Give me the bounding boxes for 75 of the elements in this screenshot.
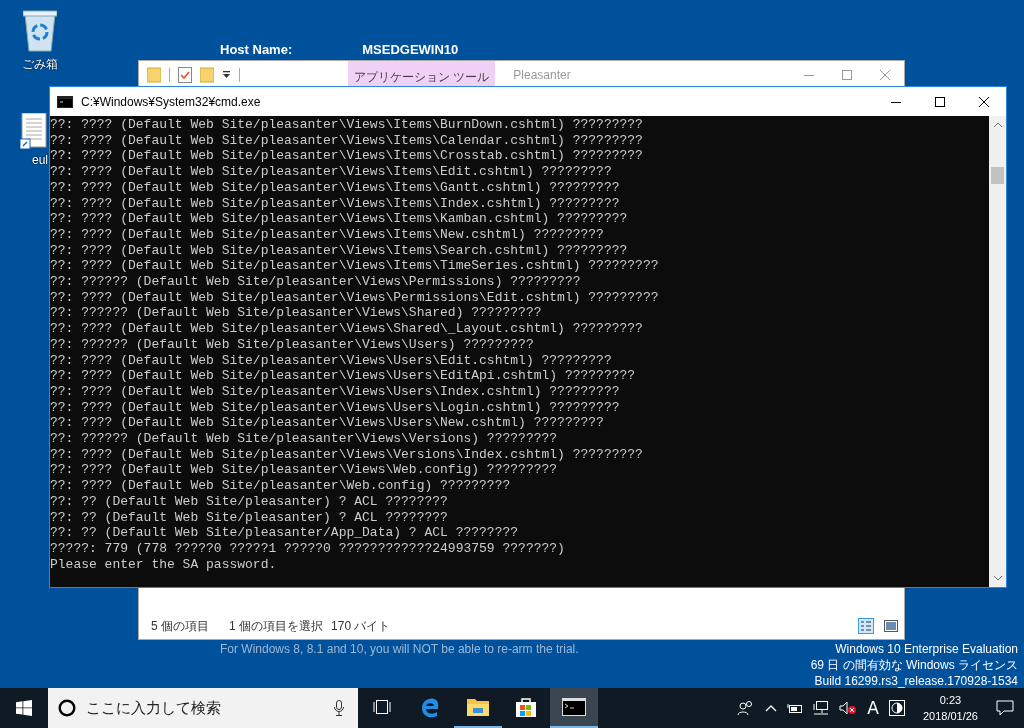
evaluation-text: Build 16299.rs3_release.170928-1534 xyxy=(813,673,1018,689)
notice-text: For Windows 8, 8.1 and 10, you will NOT be able to re-arm the trial. xyxy=(220,642,579,656)
console-line: ??: ???? (Default Web Site/pleasanter\Web.config) ????????? xyxy=(50,478,511,494)
scroll-down-icon[interactable] xyxy=(993,576,1002,581)
console-line: ??: ???? (Default Web Site/pleasanter\Views\Users\New.cshtml) ????????? xyxy=(50,415,604,432)
recycle-bin-icon[interactable] xyxy=(23,10,57,52)
console-line: ??: ?????? (Default Web Site/pleasanter\Views\Versions) ????????? xyxy=(50,431,558,447)
customize-caret-icon[interactable] xyxy=(222,71,231,79)
muted-speaker-icon[interactable] xyxy=(839,701,858,715)
thumbnail-view-icon[interactable] xyxy=(884,620,898,632)
console-line: ??: ?????? (Default Web Site/pleasanter\Views\Users) ????????? xyxy=(50,336,534,353)
console-line: ??: ???? (Default Web Site/pleasanter\Views\Items\Gantt.cshtml) ????????? xyxy=(50,179,620,196)
input-mode-indicator[interactable]: A xyxy=(867,698,879,718)
search-field[interactable]: ここに入力して検索 xyxy=(84,695,326,721)
console-line: ??: ???? (Default Web Site/pleasanter\Views\Users\Edit.cshtml) ????????? xyxy=(50,352,612,369)
console-line: ??: ???? (Default Web Site/pleasanter\Views\Items\BurnDown.cshtml) ????????? xyxy=(50,117,643,133)
window-title: Pleasanter xyxy=(513,68,572,82)
console-line: ??: ???? (Default Web Site/pleasanter\Views\Items\Search.cshtml) ????????? xyxy=(50,242,628,259)
scroll-thumb[interactable] xyxy=(991,167,1004,184)
console-line: ??: ?????? (Default Web Site/pleasanter\Views\Shared) ????????? xyxy=(50,305,542,322)
clock-date: 2018/01/26 xyxy=(922,709,978,724)
console-line: ??: ???? (Default Web Site/pleasanter\Views\Items\TimeSeries.cshtml) ????????? xyxy=(50,258,659,275)
folder-icon xyxy=(466,697,490,717)
selection-count: 1 個の項目を選択 xyxy=(229,617,324,635)
console-line: ??: ???? (Default Web Site/pleasanter\Views\Items\Calendar.cshtml) ????????? xyxy=(50,132,643,149)
evaluation-text: 69 日 の間有効な Windows ライセンス xyxy=(810,657,1018,673)
windows-logo-icon xyxy=(16,700,32,716)
console-line: ??: ???? (Default Web Site/pleasanter\Views\Users\Login.cshtml) ????????? xyxy=(50,399,620,416)
console-line: ??: ???? (Default Web Site/pleasanter\Views\Items\New.cshtml) ????????? xyxy=(50,226,604,243)
console-line: ??: ???? (Default Web Site/pleasanter\Views\Items\Index.cshtml) ????????? xyxy=(50,195,620,212)
evaluation-text: Windows 10 Enterprise Evaluation xyxy=(834,641,1018,657)
console-line: ??: ???? (Default Web Site/pleasanter\Views\Items\Crosstab.cshtml) ????????? xyxy=(50,148,643,165)
chevron-up-icon[interactable] xyxy=(765,704,778,712)
half-circle-icon[interactable] xyxy=(888,700,905,716)
console-icon xyxy=(562,698,586,716)
console-line: ??: ???? (Default Web Site/pleasanter\Views\Users\EditApi.cshtml) ????????? xyxy=(50,368,636,384)
scroll-up-icon[interactable] xyxy=(993,122,1002,127)
console-line: Please enter the SA password. xyxy=(50,556,277,573)
console-line: ??: ???? (Default Web Site/pleasanter\Views\Permissions\Edit.cshtml) ????????? xyxy=(50,289,659,306)
clock[interactable]: 0:23 2018/01/26 xyxy=(922,692,978,724)
task-view-icon xyxy=(371,699,393,715)
properties-icon[interactable] xyxy=(178,67,192,83)
window-title: C:¥Windows¥System32¥cmd.exe xyxy=(81,94,261,109)
console-line: ?????: 779 (778 ?????0 ?????1 ?????0 ????????????24993759 ???????) xyxy=(50,541,565,557)
console-line: ??: ???? (Default Web Site/pleasanter\Views\Items\Edit.cshtml) ????????? xyxy=(50,164,612,180)
item-count: 5 個の項目 xyxy=(151,617,209,635)
desktop-icon-label[interactable]: eul xyxy=(32,153,48,167)
console-line: ??: ???? (Default Web Site/pleasanter\Views\Web.config) ????????? xyxy=(50,462,558,479)
console-line: ??: ???? (Default Web Site/pleasanter\Views\Items\Kamban.cshtml) ????????? xyxy=(50,211,628,227)
network-icon[interactable] xyxy=(813,701,830,715)
host-name-value: MSEDGEWIN10 xyxy=(362,42,459,57)
console-line: ??: ?? (Default Web Site/pleasanter/App_Data) ? ACL ???????? xyxy=(50,525,519,541)
notification-icon[interactable] xyxy=(996,700,1014,716)
console-line: ??: ???? (Default Web Site/pleasanter\Views\Users\Index.cshtml) ????????? xyxy=(50,383,620,400)
document-icon[interactable] xyxy=(20,113,48,149)
taskbar-app-button[interactable] xyxy=(550,688,598,728)
console-line: ??: ???? (Default Web Site/pleasanter\Views\Shared\_Layout.cshtml) ????????? xyxy=(50,321,643,337)
context-tab[interactable]: アプリケーション ツール xyxy=(348,61,496,89)
console-icon xyxy=(57,95,73,108)
details-view-icon[interactable] xyxy=(858,618,874,634)
console-line: ??: ?? (Default Web Site/pleasanter) ? ACL ???????? xyxy=(50,493,448,510)
scrollbar[interactable] xyxy=(989,116,1006,587)
desktop-icon-label[interactable]: ごみ箱 xyxy=(22,56,58,73)
browser-e-icon xyxy=(419,696,441,718)
battery-icon[interactable] xyxy=(787,702,804,714)
selection-size: 170 バイト xyxy=(331,617,391,635)
shopping-bag-icon xyxy=(515,696,537,718)
console-line: ??: ?? (Default Web Site/pleasanter) ? ACL ???????? xyxy=(50,509,448,526)
host-name-label: Host Name: xyxy=(220,42,293,57)
console-line: ??: ?????? (Default Web Site/pleasanter\Views\Permissions) ????????? xyxy=(50,274,581,290)
search-bar[interactable]: ここに入力して検索 xyxy=(48,688,358,728)
microphone-icon[interactable] xyxy=(334,700,344,716)
clock-time: 0:23 xyxy=(939,693,962,708)
cortana-icon xyxy=(58,699,76,717)
console-line: ??: ???? (Default Web Site/pleasanter\Views\Versions\Index.cshtml) ????????? xyxy=(50,446,643,463)
